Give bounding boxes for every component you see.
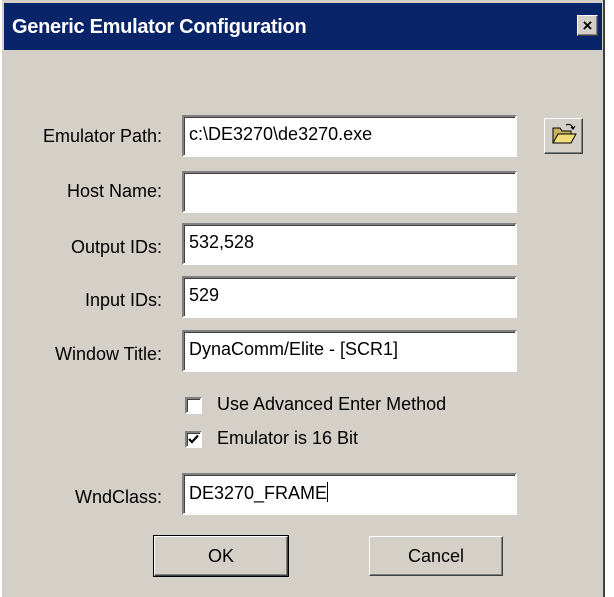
window-title-label: Window Title: [54, 344, 162, 364]
ok-button[interactable]: OK [153, 535, 289, 577]
input-ids-field[interactable]: 529 [182, 276, 517, 318]
checkmark-icon [188, 434, 199, 444]
wnd-class-field[interactable]: DE3270_FRAME [182, 473, 517, 515]
close-icon: × [582, 15, 593, 35]
host-name-field[interactable] [182, 171, 517, 213]
wnd-class-label: WndClass: [74, 487, 162, 507]
host-name-label: Host Name: [66, 181, 162, 201]
window-title-field[interactable]: DynaComm/Elite - [SCR1] [182, 330, 517, 372]
title-bar[interactable]: Generic Emulator Configuration × [4, 3, 602, 50]
browse-button[interactable] [544, 118, 583, 154]
input-ids-label: Input IDs: [84, 290, 162, 310]
output-ids-label: Output IDs: [70, 237, 162, 257]
wnd-class-value: DE3270_FRAME [189, 483, 328, 503]
emulator-path-label: Emulator Path: [42, 126, 162, 146]
emulator-path-field[interactable]: c:\DE3270\de3270.exe [182, 115, 517, 157]
advanced-enter-checkbox[interactable] [185, 397, 202, 414]
open-folder-icon [551, 123, 577, 150]
cancel-button[interactable]: Cancel [369, 536, 503, 576]
text-caret [327, 482, 329, 502]
emulator-config-dialog: Generic Emulator Configuration × Emulato… [0, 0, 605, 597]
close-button[interactable]: × [577, 15, 598, 36]
advanced-enter-label: Use Advanced Enter Method [217, 394, 447, 414]
output-ids-field[interactable]: 532,528 [182, 223, 517, 265]
sixteen-bit-checkbox[interactable] [185, 431, 202, 448]
window-title: Generic Emulator Configuration [12, 16, 307, 38]
sixteen-bit-label: Emulator is 16 Bit [217, 428, 359, 448]
